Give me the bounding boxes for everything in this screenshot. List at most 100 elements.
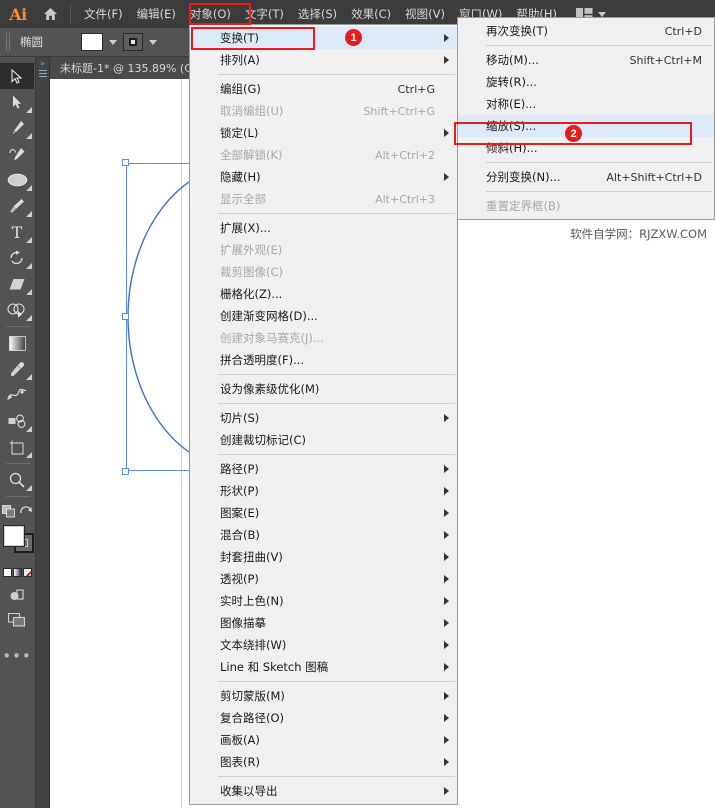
object-menu-item[interactable]: 路径(P) <box>190 458 457 480</box>
object-menu-item[interactable]: 栅格化(Z)... <box>190 283 457 305</box>
object-menu-item[interactable]: 形状(P) <box>190 480 457 502</box>
eraser-tool[interactable] <box>0 271 34 297</box>
object-menu-item-label: 图像描摹 <box>220 616 266 630</box>
fill-chevron-down-icon[interactable] <box>109 39 117 45</box>
ellipse-tool[interactable] <box>0 167 34 193</box>
gradient-tool[interactable] <box>0 330 34 356</box>
object-menu-item-label: 剪切蒙版(M) <box>220 689 285 703</box>
menu-5[interactable]: 选择(S) <box>291 2 344 26</box>
symbol-sprayer-tool[interactable] <box>0 408 34 434</box>
stroke-chevron-down-icon[interactable] <box>149 39 157 45</box>
object-menu-item[interactable]: 编组(G) Ctrl+G <box>190 78 457 100</box>
control-bar-grip[interactable] <box>6 33 12 51</box>
object-menu-item[interactable]: 排列(A) <box>190 49 457 71</box>
object-menu-item-label: 扩展外观(E) <box>220 243 283 257</box>
transform-submenu-item[interactable]: 旋转(R)... <box>458 71 714 93</box>
home-icon[interactable] <box>36 7 64 21</box>
document-tab-title: 未标题-1* @ 135.89% (C <box>60 62 192 75</box>
object-menu-item[interactable]: 图表(R) <box>190 751 457 773</box>
object-menu-item[interactable]: 收集以导出 <box>190 780 457 802</box>
curvature-tool[interactable] <box>0 141 34 167</box>
object-menu-item-label: 图表(R) <box>220 755 260 769</box>
object-menu-item[interactable]: 变换(T) <box>190 27 457 49</box>
collapsed-panel-handle[interactable]: » <box>36 57 50 808</box>
object-menu-item[interactable]: 实时上色(N) <box>190 590 457 612</box>
change-screen-mode-icon[interactable] <box>20 505 33 517</box>
direct-selection-tool[interactable] <box>0 89 34 115</box>
menu-6[interactable]: 效果(C) <box>344 2 398 26</box>
object-menu-item-label: Line 和 Sketch 图稿 <box>220 660 329 674</box>
transform-submenu-item[interactable]: 缩放(S)... <box>458 115 714 137</box>
fill-color-swatch[interactable] <box>81 33 103 51</box>
object-menu-item[interactable]: 设为像素级优化(M) <box>190 378 457 400</box>
object-menu-item[interactable]: Line 和 Sketch 图稿 <box>190 656 457 678</box>
color-swatch-white[interactable] <box>3 568 12 577</box>
selection-handle[interactable] <box>122 468 129 475</box>
lock-indicator-icon[interactable] <box>0 581 34 607</box>
transform-submenu-item-shortcut: Alt+Shift+Ctrl+D <box>606 170 702 184</box>
object-menu-item[interactable]: 隐藏(H) <box>190 166 457 188</box>
screen-mode-tool[interactable] <box>0 607 34 633</box>
object-menu-item[interactable]: 锁定(L) <box>190 122 457 144</box>
annotation-badge-2: 2 <box>565 125 582 142</box>
object-menu-item[interactable]: 扩展(X)... <box>190 217 457 239</box>
selection-tool[interactable] <box>0 63 34 89</box>
object-menu-item[interactable]: 图案(E) <box>190 502 457 524</box>
edit-toolbar-button[interactable]: ••• <box>0 643 34 669</box>
blend-tool[interactable] <box>0 382 34 408</box>
object-menu-item[interactable]: 剪切蒙版(M) <box>190 685 457 707</box>
transform-submenu-item[interactable]: 对称(E)... <box>458 93 714 115</box>
object-menu-item[interactable]: 图像描摹 <box>190 612 457 634</box>
none-slash-icon[interactable] <box>23 568 32 577</box>
flyout-triangle-icon <box>26 263 32 269</box>
fill-color-swatch[interactable] <box>4 526 24 546</box>
object-menu-item-label: 全部解锁(K) <box>220 148 283 162</box>
object-menu-item[interactable]: 画板(A) <box>190 729 457 751</box>
stroke-style-swatch[interactable] <box>123 33 143 51</box>
object-menu-item[interactable]: 透视(P) <box>190 568 457 590</box>
shape-builder-tool[interactable] <box>0 297 34 323</box>
artboard-tool[interactable] <box>0 434 34 460</box>
object-menu-item[interactable]: 切片(S) <box>190 407 457 429</box>
object-menu-item[interactable]: 封套扭曲(V) <box>190 546 457 568</box>
menu-7[interactable]: 视图(V) <box>398 2 452 26</box>
eyedropper-tool[interactable] <box>0 356 34 382</box>
object-menu-item[interactable]: 复合路径(O) <box>190 707 457 729</box>
object-menu-item-label: 隐藏(H) <box>220 170 261 184</box>
submenu-arrow-icon <box>444 129 449 137</box>
object-menu-dropdown[interactable]: 变换(T) 排列(A) 编组(G) Ctrl+G 取消编组(U) Shift+Ctrl+G… <box>189 24 458 805</box>
paintbrush-tool[interactable] <box>0 193 34 219</box>
menu-2[interactable]: 编辑(E) <box>130 2 183 26</box>
transform-submenu-item[interactable]: 移动(M)... Shift+Ctrl+M <box>458 49 714 71</box>
transform-submenu[interactable]: 再次变换(T) Ctrl+D 移动(M)... Shift+Ctrl+M 旋转(R)..… <box>457 17 715 220</box>
object-menu-item[interactable]: 创建裁切标记(C) <box>190 429 457 451</box>
transform-submenu-item-label: 倾斜(H)... <box>486 141 538 155</box>
transform-submenu-item-label: 再次变换(T) <box>486 24 548 38</box>
pen-icon <box>12 121 24 134</box>
type-tool[interactable]: T <box>0 219 34 245</box>
menu-separator <box>218 454 455 455</box>
selection-handle[interactable] <box>122 313 129 320</box>
object-menu-item-label: 形状(P) <box>220 484 259 498</box>
menu-3[interactable]: 对象(O) <box>182 2 238 26</box>
drawing-modes-icon[interactable] <box>2 504 16 518</box>
transform-submenu-item[interactable]: 分别变换(N)... Alt+Shift+Ctrl+D <box>458 166 714 188</box>
submenu-arrow-icon <box>444 619 449 627</box>
selection-handle[interactable] <box>122 159 129 166</box>
object-menu-item[interactable]: 文本绕排(W) <box>190 634 457 656</box>
document-tab[interactable]: 未标题-1* @ 135.89% (C <box>50 57 202 79</box>
object-menu-item[interactable]: 拼合透明度(F)... <box>190 349 457 371</box>
rotate-tool[interactable] <box>0 245 34 271</box>
gradient-swatch-icon[interactable] <box>13 568 22 577</box>
object-menu-item-label: 裁剪图像(C) <box>220 265 284 279</box>
transform-submenu-item[interactable]: 倾斜(H)... <box>458 137 714 159</box>
menu-1[interactable]: 文件(F) <box>77 2 130 26</box>
object-menu-item: 创建对象马赛克(J)... <box>190 327 457 349</box>
pen-tool[interactable] <box>0 115 34 141</box>
zoom-tool[interactable] <box>0 467 34 493</box>
object-menu-item[interactable]: 混合(B) <box>190 524 457 546</box>
object-menu-item[interactable]: 创建渐变网格(D)... <box>190 305 457 327</box>
menu-4[interactable]: 文字(T) <box>238 2 291 26</box>
submenu-arrow-icon <box>444 597 449 605</box>
transform-submenu-item[interactable]: 再次变换(T) Ctrl+D <box>458 20 714 42</box>
